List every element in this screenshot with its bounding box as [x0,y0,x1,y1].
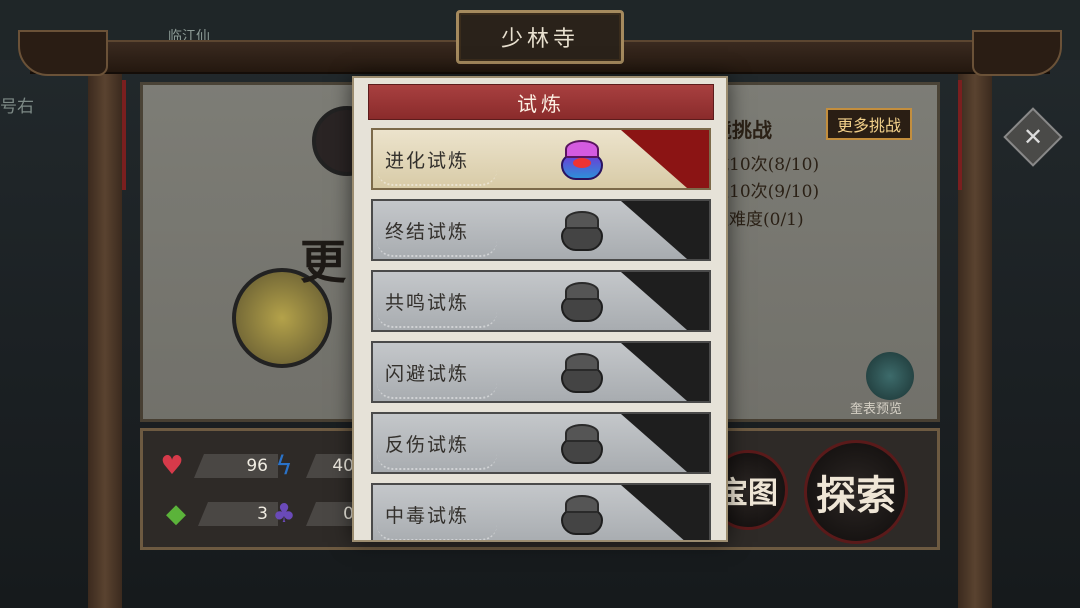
modal-header: 试炼 [368,84,714,120]
stat-health-value: 96 [194,454,278,478]
trial-modal: 试炼 进化试炼 终结试炼 共鸣试炼 闪避试炼 反伤试炼 中毒试炼 [352,76,728,542]
treasure-pot-icon [559,493,605,537]
mission-1: 贼10次(8/10) [712,155,820,175]
location-title: 少林寺 [500,27,579,52]
trial-item-dodge[interactable]: 闪避试炼 [371,341,711,403]
trial-item-poison[interactable]: 中毒试炼 [371,483,711,540]
left-pillar [88,70,122,608]
ink-stroke [621,343,709,401]
ink-stroke [621,272,709,330]
stat-energy: ϟ 40 [268,450,364,482]
more-challenges-button[interactable]: 更多挑战 [826,108,912,140]
trial-item-label: 闪避试炼 [385,363,470,385]
trial-item-label: 终结试炼 [385,221,470,243]
location-plaque: 少林寺 [329,10,751,64]
roof-end-right [972,30,1062,76]
ink-stroke [621,201,709,259]
stat-health: ♥ 96 [156,450,278,482]
trial-item-resonance[interactable]: 共鸣试炼 [371,270,711,332]
robe-icon: ♣ [272,499,296,529]
scroll-icon: ◆ [166,499,186,529]
trial-item-label: 共鸣试炼 [385,292,470,314]
left-rope [122,80,126,190]
trial-item-label: 反伤试炼 [385,434,470,456]
ink-stroke [621,130,709,188]
ink-stroke [621,485,709,540]
left-big-char: 更 [300,235,346,289]
roof-end-left [18,30,108,76]
preview-icon[interactable] [866,352,914,400]
treasure-pot-icon [559,351,605,395]
trial-item-label: 进化试炼 [385,150,470,172]
trial-item-evolution[interactable]: 进化试炼 [371,128,711,190]
preview-label: 奎表预览 [850,402,903,417]
stat-scroll: ◆ 3 [160,498,278,530]
flame-icon: ϟ [275,451,293,481]
trial-item-reflect[interactable]: 反伤试炼 [371,412,711,474]
stat-scroll-value: 3 [198,502,278,526]
explore-button[interactable]: 探索 [804,440,908,544]
stat-robe: ♣ 0 [268,498,364,530]
modal-title: 试炼 [517,91,565,116]
right-pillar [958,70,992,608]
trial-item-label: 中毒试炼 [385,505,470,527]
trial-list[interactable]: 进化试炼 终结试炼 共鸣试炼 闪避试炼 反伤试炼 中毒试炼 [371,128,711,540]
right-rope [958,80,962,190]
heart-icon: ♥ [160,451,184,481]
mission-2: 匪10次(9/10) [712,182,820,202]
trial-item-finisher[interactable]: 终结试炼 [371,199,711,261]
treasure-pot-icon [559,138,605,182]
treasure-pot-icon [559,280,605,324]
left-player-name: 号右 [0,97,34,117]
ink-stroke [621,414,709,472]
treasure-pot-icon [559,422,605,466]
treasure-pot-icon [559,209,605,253]
